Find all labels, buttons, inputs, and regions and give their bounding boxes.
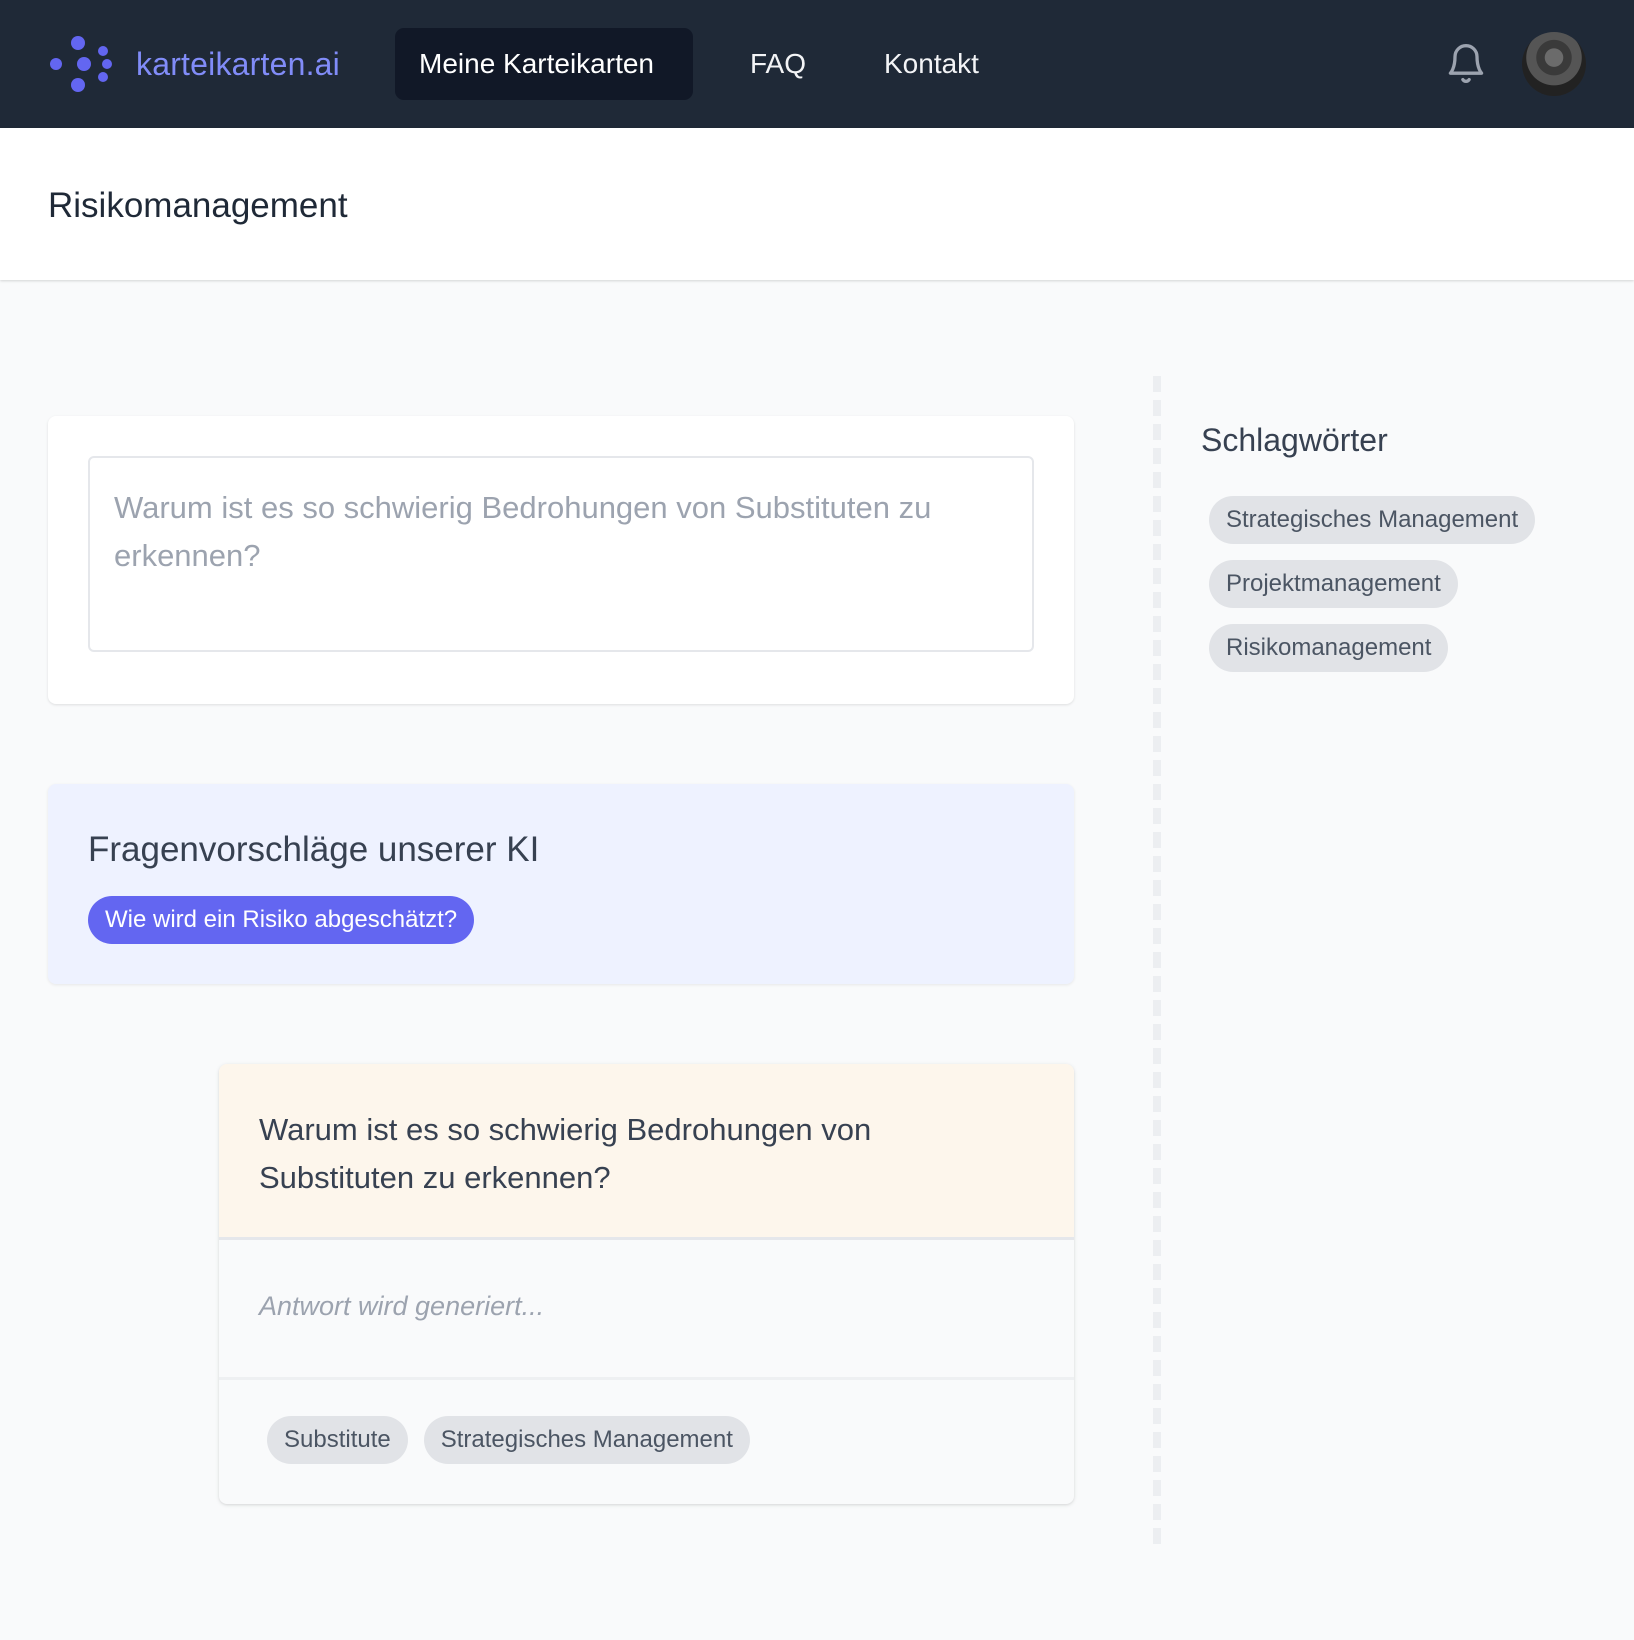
user-avatar[interactable]: [1522, 32, 1586, 96]
top-navbar: karteikarten.ai Meine Karteikarten FAQ K…: [0, 0, 1634, 128]
suggestion-chip[interactable]: Wie wird ein Risiko abgeschätzt?: [88, 896, 475, 944]
flashcard-tags: Substitute Strategisches Management: [267, 1416, 750, 1464]
suggestions-title: Fragenvorschläge unserer KI: [88, 830, 540, 869]
dots-logo-icon[interactable]: [48, 34, 112, 94]
column-divider: [1153, 376, 1161, 1544]
sidebar-title: Schlagwörter: [1201, 422, 1388, 458]
nav-contact[interactable]: Kontakt: [860, 28, 1003, 100]
flashcard-answer-section: Antwort wird generiert...: [219, 1240, 1074, 1380]
nav-my-flashcards[interactable]: Meine Karteikarten: [395, 28, 693, 100]
flashcard-question: Warum ist es so schwierig Bedrohungen vo…: [259, 1112, 872, 1195]
flashcard-tag[interactable]: Strategisches Management: [423, 1416, 750, 1464]
sidebar-tag[interactable]: Strategisches Management: [1209, 496, 1536, 544]
page-header: Risikomanagement: [0, 128, 1634, 280]
sidebar-tag[interactable]: Risikomanagement: [1209, 624, 1449, 672]
flashcard-tag[interactable]: Substitute: [267, 1416, 408, 1464]
ai-suggestions-card: Fragenvorschläge unserer KI Wie wird ein…: [48, 784, 1074, 984]
brand-name[interactable]: karteikarten.ai: [136, 42, 340, 86]
flashcard: Warum ist es so schwierig Bedrohungen vo…: [219, 1064, 1074, 1504]
sidebar-tag-list: Strategisches Management Projektmanageme…: [1209, 496, 1536, 672]
flashcard-answer-status: Antwort wird generiert...: [259, 1291, 545, 1321]
nav-faq[interactable]: FAQ: [726, 28, 830, 100]
bell-icon[interactable]: [1444, 40, 1488, 88]
page-title: Risikomanagement: [48, 186, 348, 225]
sidebar-tag[interactable]: Projektmanagement: [1209, 560, 1458, 608]
question-input-card: [48, 416, 1074, 704]
question-input[interactable]: [88, 456, 1034, 652]
flashcard-question-section: Warum ist es so schwierig Bedrohungen vo…: [219, 1064, 1074, 1240]
